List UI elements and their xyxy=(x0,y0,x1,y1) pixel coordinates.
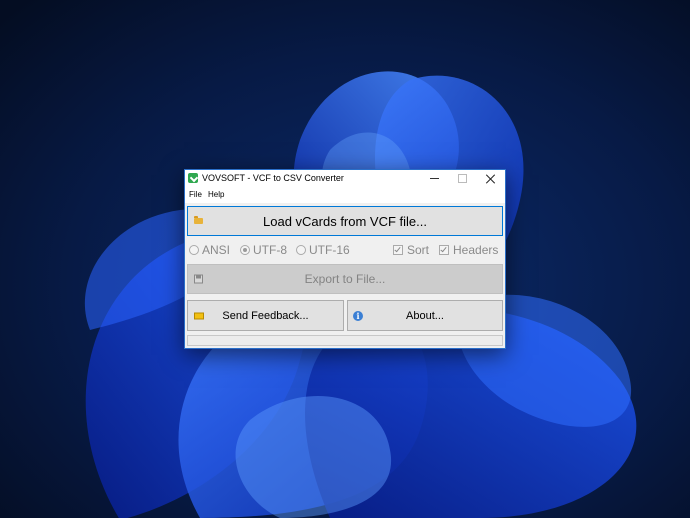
export-to-file-label: Export to File... xyxy=(304,272,386,286)
floppy-disk-icon xyxy=(194,274,203,284)
info-icon: i xyxy=(353,310,363,321)
load-vcards-label: Load vCards from VCF file... xyxy=(263,213,427,229)
options-row: ANSI UTF-8 UTF-16 Sort Headers xyxy=(185,241,505,259)
encoding-utf8-radio[interactable]: UTF-8 xyxy=(240,243,287,257)
radio-indicator xyxy=(296,245,306,255)
minimize-icon xyxy=(429,178,439,179)
sort-label: Sort xyxy=(407,243,430,257)
maximize-button[interactable] xyxy=(447,170,477,187)
export-to-file-button[interactable]: Export to File... xyxy=(187,264,503,294)
menu-help[interactable]: Help xyxy=(208,190,224,199)
send-feedback-button[interactable]: Send Feedback... xyxy=(187,300,344,331)
envelope-icon xyxy=(194,312,204,319)
radio-indicator xyxy=(189,245,199,255)
send-feedback-label: Send Feedback... xyxy=(222,309,309,322)
app-icon xyxy=(188,173,198,183)
window-title: VOVSOFT - VCF to CSV Converter xyxy=(202,173,344,183)
menu-bar: File Help xyxy=(185,187,505,203)
close-button[interactable] xyxy=(475,170,505,187)
headers-checkbox[interactable]: Headers xyxy=(439,243,498,257)
encoding-ansi-label: ANSI xyxy=(202,243,231,257)
checkbox-indicator xyxy=(439,245,449,255)
about-label: About... xyxy=(406,309,444,322)
close-icon xyxy=(485,174,495,184)
radio-indicator xyxy=(240,245,250,255)
encoding-utf8-label: UTF-8 xyxy=(253,243,287,257)
about-button[interactable]: i About... xyxy=(347,300,503,331)
maximize-icon xyxy=(457,174,467,183)
sort-checkbox[interactable]: Sort xyxy=(393,243,429,257)
load-vcards-button[interactable]: Load vCards from VCF file... xyxy=(187,206,503,236)
folder-icon xyxy=(194,216,203,224)
status-bar xyxy=(187,335,503,346)
app-window: VOVSOFT - VCF to CSV Converter File Help… xyxy=(184,169,506,349)
menu-file[interactable]: File xyxy=(189,190,202,199)
headers-label: Headers xyxy=(453,243,499,257)
minimize-button[interactable] xyxy=(419,170,449,187)
encoding-utf16-radio[interactable]: UTF-16 xyxy=(296,243,350,257)
checkbox-indicator xyxy=(393,245,403,255)
encoding-utf16-label: UTF-16 xyxy=(309,243,350,257)
encoding-ansi-radio[interactable]: ANSI xyxy=(189,243,230,257)
title-bar[interactable]: VOVSOFT - VCF to CSV Converter xyxy=(185,170,505,187)
